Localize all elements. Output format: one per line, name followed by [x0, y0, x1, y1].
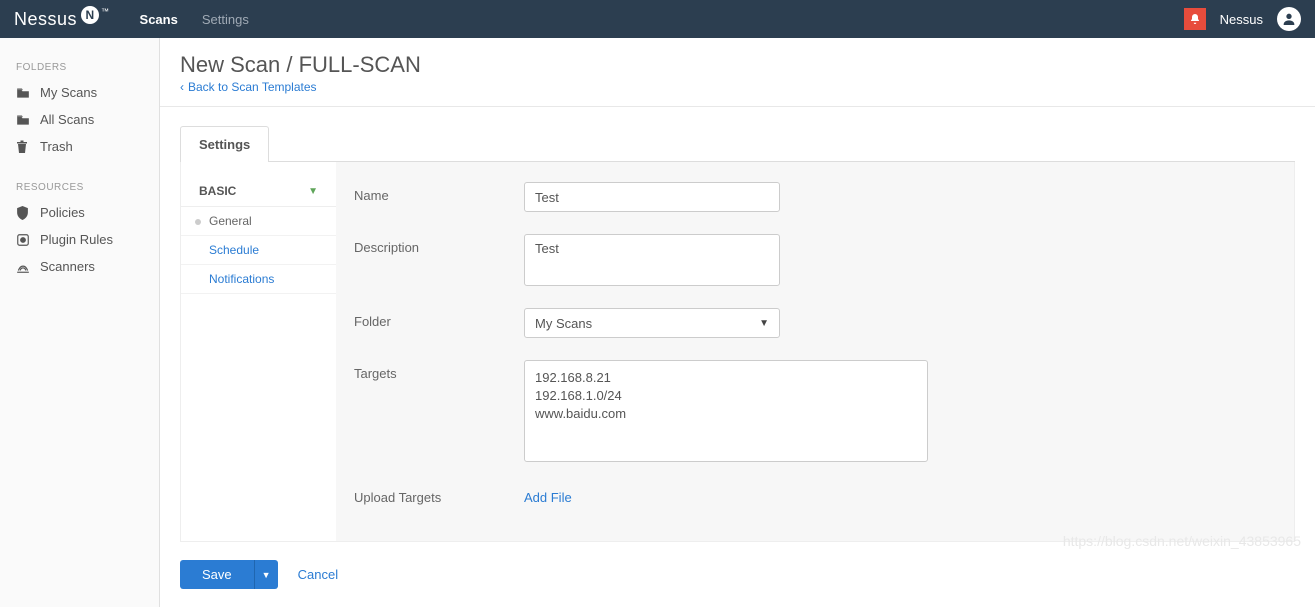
label-targets: Targets	[354, 360, 524, 381]
content: Settings BASIC ▼ General Schedule Notifi…	[160, 107, 1315, 607]
sidebar-item-trash[interactable]: Trash	[0, 133, 159, 160]
row-targets: Targets 192.168.8.21 192.168.1.0/24 www.…	[354, 360, 1276, 462]
label-folder: Folder	[354, 308, 524, 329]
plugin-icon	[16, 233, 30, 247]
sidebar-item-plugin-rules[interactable]: Plugin Rules	[0, 226, 159, 253]
user-avatar[interactable]	[1277, 7, 1301, 31]
panel-nav: BASIC ▼ General Schedule Notifications	[181, 162, 336, 541]
nav-settings[interactable]: Settings	[202, 12, 249, 27]
sidebar-label: Scanners	[40, 259, 95, 274]
tabs: Settings	[180, 125, 1295, 162]
sidebar-label: Plugin Rules	[40, 232, 113, 247]
input-description[interactable]: Test	[524, 234, 780, 286]
caret-down-icon: ▼	[759, 318, 769, 329]
shield-icon	[16, 206, 30, 220]
footer-buttons: Save ▼ Cancel	[180, 560, 1295, 589]
trash-icon	[16, 140, 30, 154]
chevron-left-icon: ‹	[180, 80, 184, 94]
sidebar-label: Trash	[40, 139, 73, 154]
user-label: Nessus	[1220, 12, 1263, 27]
cancel-button[interactable]: Cancel	[298, 567, 338, 582]
label-upload: Upload Targets	[354, 484, 524, 505]
select-folder[interactable]: My Scans ▼	[524, 308, 780, 338]
logo-tm: ™	[101, 7, 110, 16]
row-upload: Upload Targets Add File	[354, 484, 1276, 505]
chevron-down-icon: ▼	[308, 186, 318, 197]
alerts-button[interactable]	[1184, 8, 1206, 30]
user-icon	[1281, 11, 1297, 27]
sidebar-heading-resources: RESOURCES	[0, 174, 159, 199]
folder-icon	[16, 114, 30, 126]
input-targets[interactable]: 192.168.8.21 192.168.1.0/24 www.baidu.co…	[524, 360, 928, 462]
sidebar: FOLDERS My Scans All Scans Trash RESOURC…	[0, 38, 160, 607]
save-button-group: Save ▼	[180, 560, 278, 589]
nav-notifications[interactable]: Notifications	[181, 265, 336, 294]
top-nav: Scans Settings	[140, 12, 249, 27]
back-link-text: Back to Scan Templates	[188, 80, 317, 94]
scanner-icon	[16, 260, 30, 274]
logo[interactable]: Nessus N ™	[14, 9, 110, 30]
row-description: Description Test	[354, 234, 1276, 286]
panel: BASIC ▼ General Schedule Notifications N…	[180, 162, 1295, 542]
sidebar-heading-folders: FOLDERS	[0, 54, 159, 79]
row-name: Name	[354, 182, 1276, 212]
tab-settings[interactable]: Settings	[180, 126, 269, 162]
topbar-right: Nessus	[1184, 7, 1301, 31]
form-area: Name Description Test Folder My Scans ▼	[336, 162, 1294, 541]
add-file-link[interactable]: Add File	[524, 484, 572, 505]
topbar: Nessus N ™ Scans Settings Nessus	[0, 0, 1315, 38]
caret-down-icon: ▼	[262, 570, 271, 580]
nav-schedule[interactable]: Schedule	[181, 236, 336, 265]
nav-scans[interactable]: Scans	[140, 12, 178, 27]
sidebar-item-my-scans[interactable]: My Scans	[0, 79, 159, 106]
sidebar-label: My Scans	[40, 85, 97, 100]
label-name: Name	[354, 182, 524, 203]
back-link[interactable]: ‹ Back to Scan Templates	[180, 80, 317, 94]
row-folder: Folder My Scans ▼	[354, 308, 1276, 338]
nav-general[interactable]: General	[181, 207, 336, 236]
logo-text: Nessus	[14, 9, 77, 30]
page-header: New Scan / FULL-SCAN ‹ Back to Scan Temp…	[160, 38, 1315, 107]
label-description: Description	[354, 234, 524, 255]
sidebar-item-all-scans[interactable]: All Scans	[0, 106, 159, 133]
section-basic[interactable]: BASIC ▼	[181, 176, 336, 207]
sidebar-item-scanners[interactable]: Scanners	[0, 253, 159, 280]
logo-badge: N	[81, 6, 99, 24]
save-dropdown-button[interactable]: ▼	[254, 560, 278, 589]
sidebar-label: Policies	[40, 205, 85, 220]
select-folder-value: My Scans	[535, 316, 592, 331]
layout: FOLDERS My Scans All Scans Trash RESOURC…	[0, 38, 1315, 607]
bell-icon	[1189, 13, 1201, 25]
input-name[interactable]	[524, 182, 780, 212]
main: New Scan / FULL-SCAN ‹ Back to Scan Temp…	[160, 38, 1315, 607]
section-label: BASIC	[199, 184, 236, 198]
sidebar-label: All Scans	[40, 112, 94, 127]
save-button[interactable]: Save	[180, 560, 254, 589]
sidebar-item-policies[interactable]: Policies	[0, 199, 159, 226]
page-title: New Scan / FULL-SCAN	[180, 52, 1295, 78]
folder-icon	[16, 87, 30, 99]
